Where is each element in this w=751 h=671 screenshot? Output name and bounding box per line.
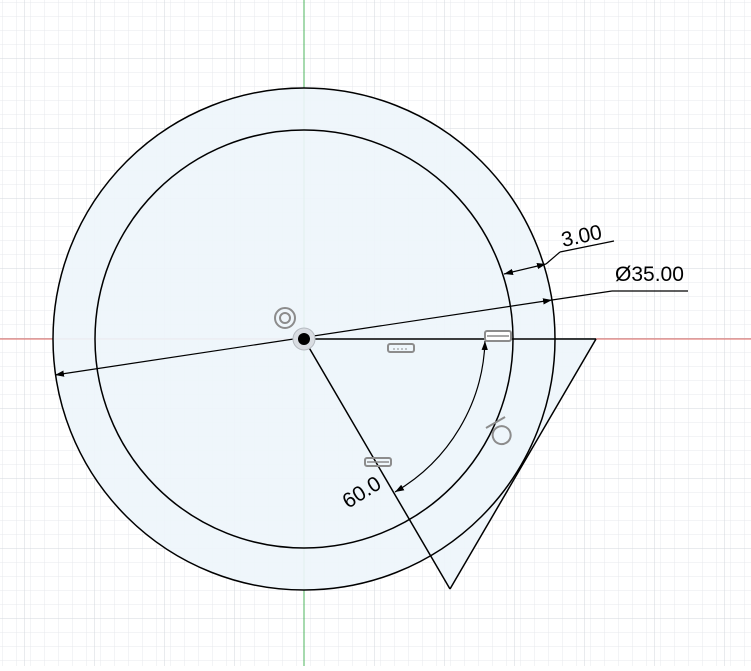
origin-point[interactable]	[292, 327, 316, 351]
sketch-viewport[interactable]: Ø35.00 3.00 60.0	[0, 0, 751, 666]
origin-dot	[298, 333, 310, 345]
horizontal-constraint-icon-2[interactable]	[484, 330, 512, 342]
sketch-canvas[interactable]: Ø35.00 3.00 60.0	[0, 0, 751, 666]
diameter-label[interactable]: Ø35.00	[615, 263, 684, 286]
